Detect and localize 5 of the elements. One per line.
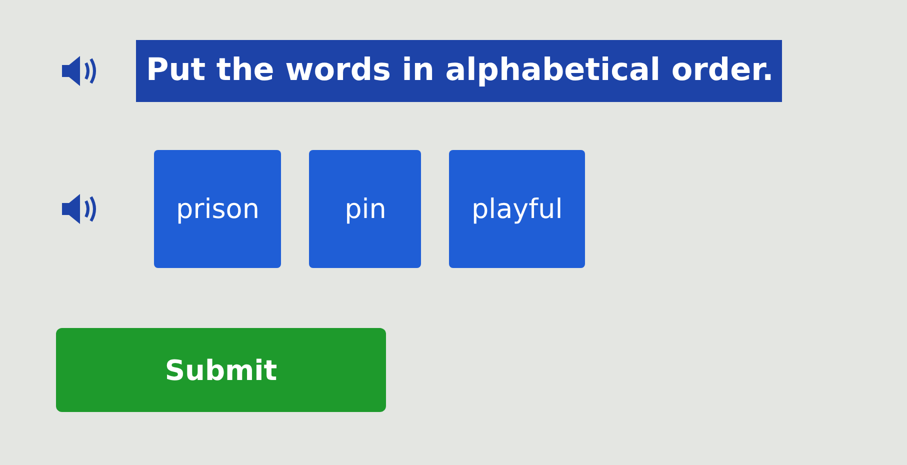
instruction-banner: Put the words in alphabetical order. [136,40,782,102]
word-tile[interactable]: prison [154,150,282,268]
word-tile[interactable]: playful [449,150,585,268]
word-tile[interactable]: pin [309,150,422,268]
submit-button[interactable]: Submit [56,328,386,412]
